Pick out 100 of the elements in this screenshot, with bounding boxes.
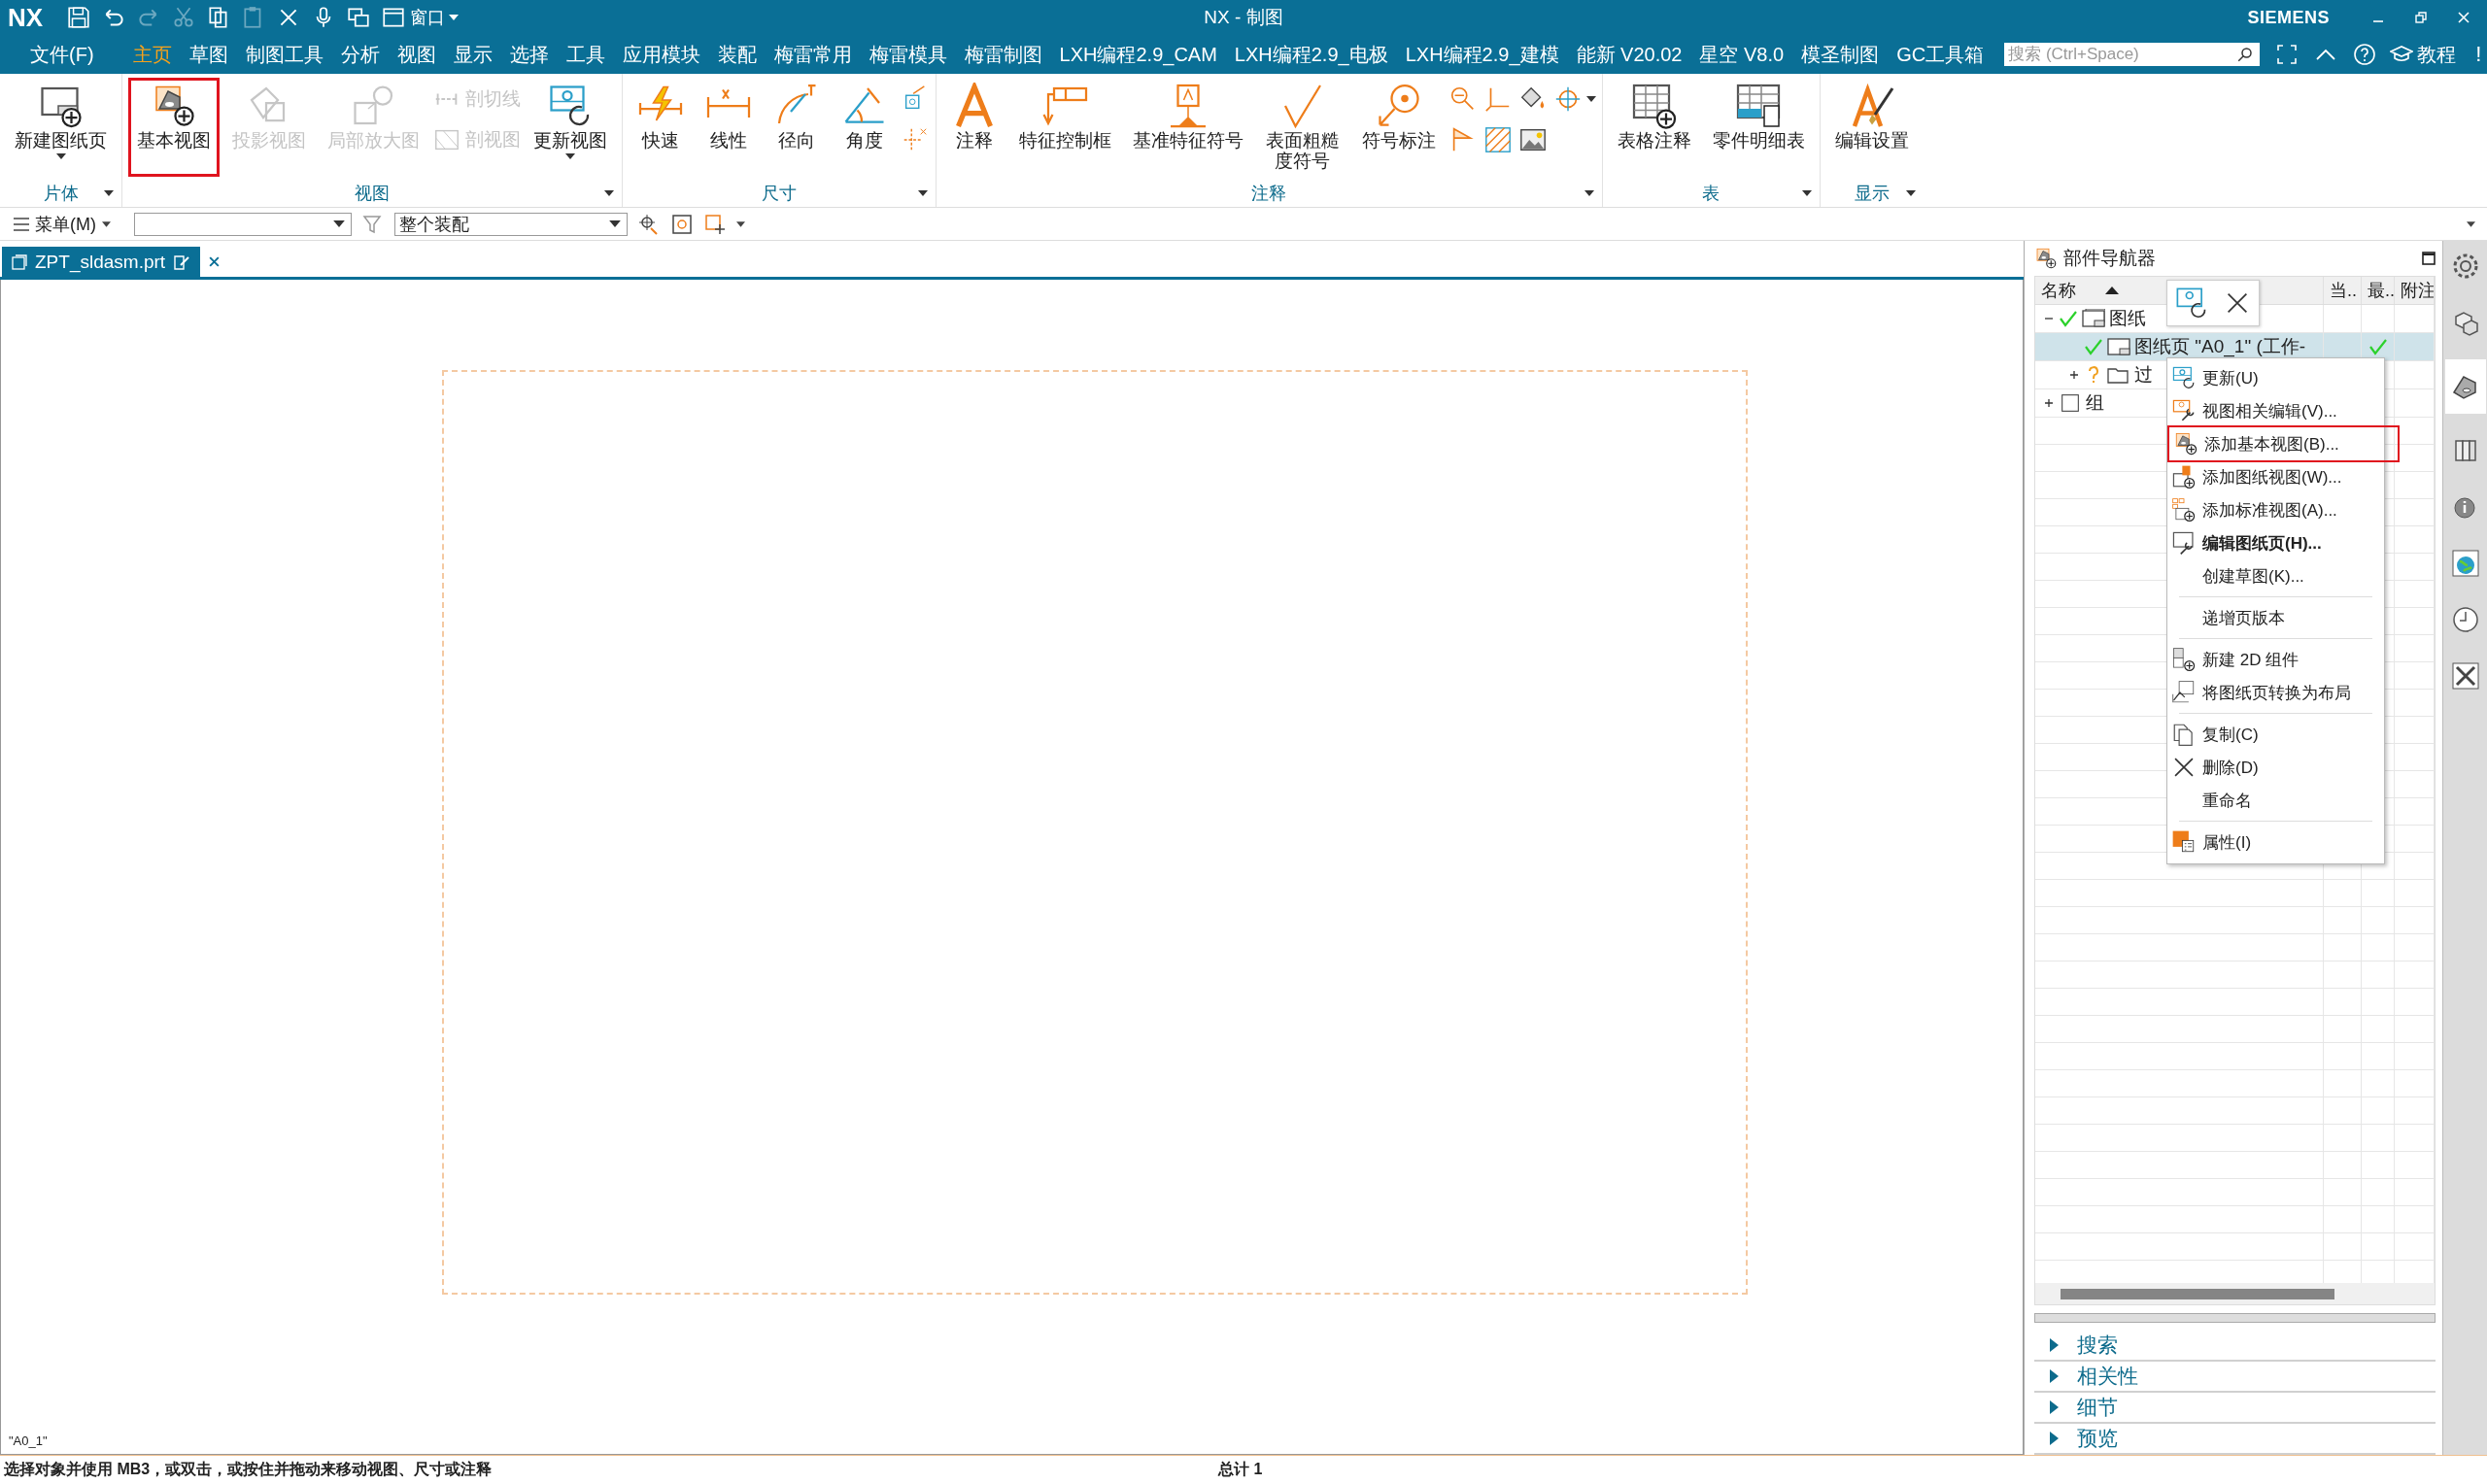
menu-tab[interactable]: 选择 <box>500 37 558 72</box>
caret-icon <box>918 190 928 196</box>
menu-tab[interactable]: 模圣制图 <box>1792 37 1889 72</box>
close-icon[interactable] <box>2456 10 2471 25</box>
expand-icon[interactable] <box>2043 397 2055 409</box>
group-label: 片体 <box>43 183 79 205</box>
tutorial-button[interactable]: 教程 <box>2390 41 2457 68</box>
menu-tab[interactable]: 装配 <box>708 37 766 72</box>
ribbon-button[interactable]: 快速 <box>631 81 690 174</box>
caret-icon[interactable] <box>736 220 745 227</box>
menu-tab[interactable]: 工具 <box>557 37 614 72</box>
ribbon-button[interactable]: 新建图纸页 <box>9 81 113 174</box>
maximize-icon[interactable] <box>2422 252 2436 265</box>
menu-item[interactable]: 编辑图纸页(H)... <box>2167 526 2384 559</box>
view-refresh-icon <box>2171 365 2197 390</box>
window-menu-button[interactable]: 窗口 <box>381 5 460 30</box>
ribbon-button[interactable]: 更新视图 <box>528 81 613 174</box>
menu-tab[interactable]: 梅雷制图 <box>955 37 1051 72</box>
scrollbar-thumb[interactable] <box>2061 1288 2334 1299</box>
menu-item[interactable]: 添加图纸视图(W)... <box>2167 460 2384 493</box>
menu-tab[interactable]: 梅雷模具 <box>860 37 956 72</box>
app-logo: NX <box>8 2 44 33</box>
check-icon <box>2368 337 2388 356</box>
caret-icon <box>565 152 575 159</box>
status-total: 总计 1 <box>1218 1460 1263 1479</box>
ribbon-button[interactable]: 表格注释 <box>1611 81 1697 174</box>
assembly-filter-dropdown[interactable]: 整个装配 <box>394 212 628 236</box>
search-field[interactable]: 搜索 (Ctrl+Space) <box>2004 43 2261 66</box>
snap-center-icon[interactable] <box>670 212 694 236</box>
section-header[interactable]: 搜索 <box>2034 1331 2436 1362</box>
search-icon[interactable] <box>2236 46 2255 63</box>
sheet-convert-icon <box>2171 680 2197 705</box>
menu-button[interactable]: 菜单(M) <box>14 212 111 236</box>
menu-item[interactable]: 重命名 <box>2167 784 2384 817</box>
menu-tab[interactable]: 应用模块 <box>613 37 709 72</box>
group-label: 视图 <box>355 183 390 205</box>
menu-tab[interactable]: LXH编程2.9_建模 <box>1396 37 1568 72</box>
help-icon[interactable] <box>2353 43 2377 66</box>
drawing-canvas[interactable]: "A0_1" <box>0 280 2024 1455</box>
ribbon-button[interactable]: 零件明细表 <box>1706 81 1811 174</box>
menu-item[interactable]: 属性(I) <box>2167 826 2384 859</box>
ribbon-button[interactable]: 编辑设置 <box>1828 81 1915 174</box>
menu-tab[interactable]: 草图 <box>180 37 237 72</box>
ribbon-button[interactable]: 注释 <box>945 81 1004 174</box>
edit-icon <box>173 253 191 271</box>
section-header[interactable]: 相关性 <box>2034 1362 2436 1393</box>
ribbon-button[interactable]: 角度 <box>835 81 894 174</box>
ribbon-button[interactable]: 基准特征符号 <box>1127 81 1249 174</box>
ribbon-button[interactable]: 表面粗糙度符号 <box>1259 81 1346 174</box>
menu-tab[interactable]: LXH编程2.9_电极 <box>1225 37 1397 72</box>
dropdown-value: 整个装配 <box>399 213 469 236</box>
windows-icon[interactable] <box>346 5 372 30</box>
menu-item[interactable]: 复制(C) <box>2167 718 2384 751</box>
menu-tab[interactable]: 能新 V20.02 <box>1567 37 1691 72</box>
ribbon-button[interactable]: 线性 <box>699 81 758 174</box>
menu-item[interactable]: 删除(D) <box>2167 751 2384 784</box>
group-label: 表 <box>1702 183 1720 205</box>
save-icon[interactable] <box>66 5 92 30</box>
menu-tab[interactable]: 显示 <box>444 37 501 72</box>
menu-item[interactable]: 新建 2D 组件 <box>2167 643 2384 676</box>
menu-tab[interactable]: 星空 V8.0 <box>1690 37 1793 72</box>
status-message: 选择对象并使用 MB3，或双击，或按住并拖动来移动视图、尺寸或注释 <box>4 1460 494 1479</box>
snap-corner-icon[interactable] <box>703 212 727 236</box>
ribbon-button[interactable]: 特征控制框 <box>1013 81 1117 174</box>
section-header[interactable]: 细节 <box>2034 1393 2436 1424</box>
menu-item[interactable]: 创建草图(K)... <box>2167 559 2384 592</box>
section-header[interactable]: 预览 <box>2034 1424 2436 1455</box>
menu-item[interactable]: 视图相关编辑(V)... <box>2167 394 2384 427</box>
sheet-icon <box>2107 337 2130 356</box>
close-icon[interactable] <box>208 255 221 268</box>
bracket-plus-icon <box>2173 431 2198 456</box>
menu-tab[interactable]: 视图 <box>388 37 445 72</box>
side-tab[interactable] <box>2444 359 2486 414</box>
ribbon-button[interactable]: 符号标注 <box>1355 81 1442 174</box>
graduation-cap-icon <box>2390 45 2414 64</box>
menu-item[interactable]: 递增页版本 <box>2167 601 2384 634</box>
component-plus-icon <box>2171 647 2197 672</box>
alert-mark[interactable]: ! <box>2475 42 2482 67</box>
menu-tab[interactable]: LXH编程2.9_CAM <box>1050 37 1226 72</box>
properties-icon <box>2171 829 2197 855</box>
file-tab[interactable]: ZPT_sldasm.prt <box>2 247 201 277</box>
menu-tab[interactable]: 文件(F) <box>21 37 103 72</box>
menu-item[interactable]: 将图纸页转换为布局 <box>2167 676 2384 709</box>
menu-tab[interactable]: 分析 <box>331 37 389 72</box>
menu-tab[interactable]: GC工具箱 <box>1888 37 1993 72</box>
menu-tab[interactable]: 梅雷常用 <box>765 37 861 72</box>
menu-tab[interactable]: 制图工具 <box>236 37 332 72</box>
ribbon-button[interactable]: 基本视图 <box>131 81 217 174</box>
caret-icon <box>604 190 614 196</box>
column-header[interactable]: 当.. <box>2324 277 2362 304</box>
type-filter-dropdown[interactable] <box>134 212 352 236</box>
tree-row[interactable]: 图纸页 "A0_1" (工作- <box>2035 333 2435 361</box>
ribbon-button[interactable]: 径向 <box>767 81 826 174</box>
caret-icon[interactable] <box>2467 220 2475 227</box>
restore-icon[interactable] <box>2413 10 2429 25</box>
menu-item[interactable]: 添加基本视图(B)... <box>2169 427 2398 460</box>
menu-item[interactable]: 添加标准视图(A)... <box>2167 493 2384 526</box>
fullscreen-icon[interactable] <box>2275 43 2300 66</box>
column-header[interactable]: 最.. <box>2362 277 2395 304</box>
expand-icon[interactable] <box>2068 369 2080 381</box>
